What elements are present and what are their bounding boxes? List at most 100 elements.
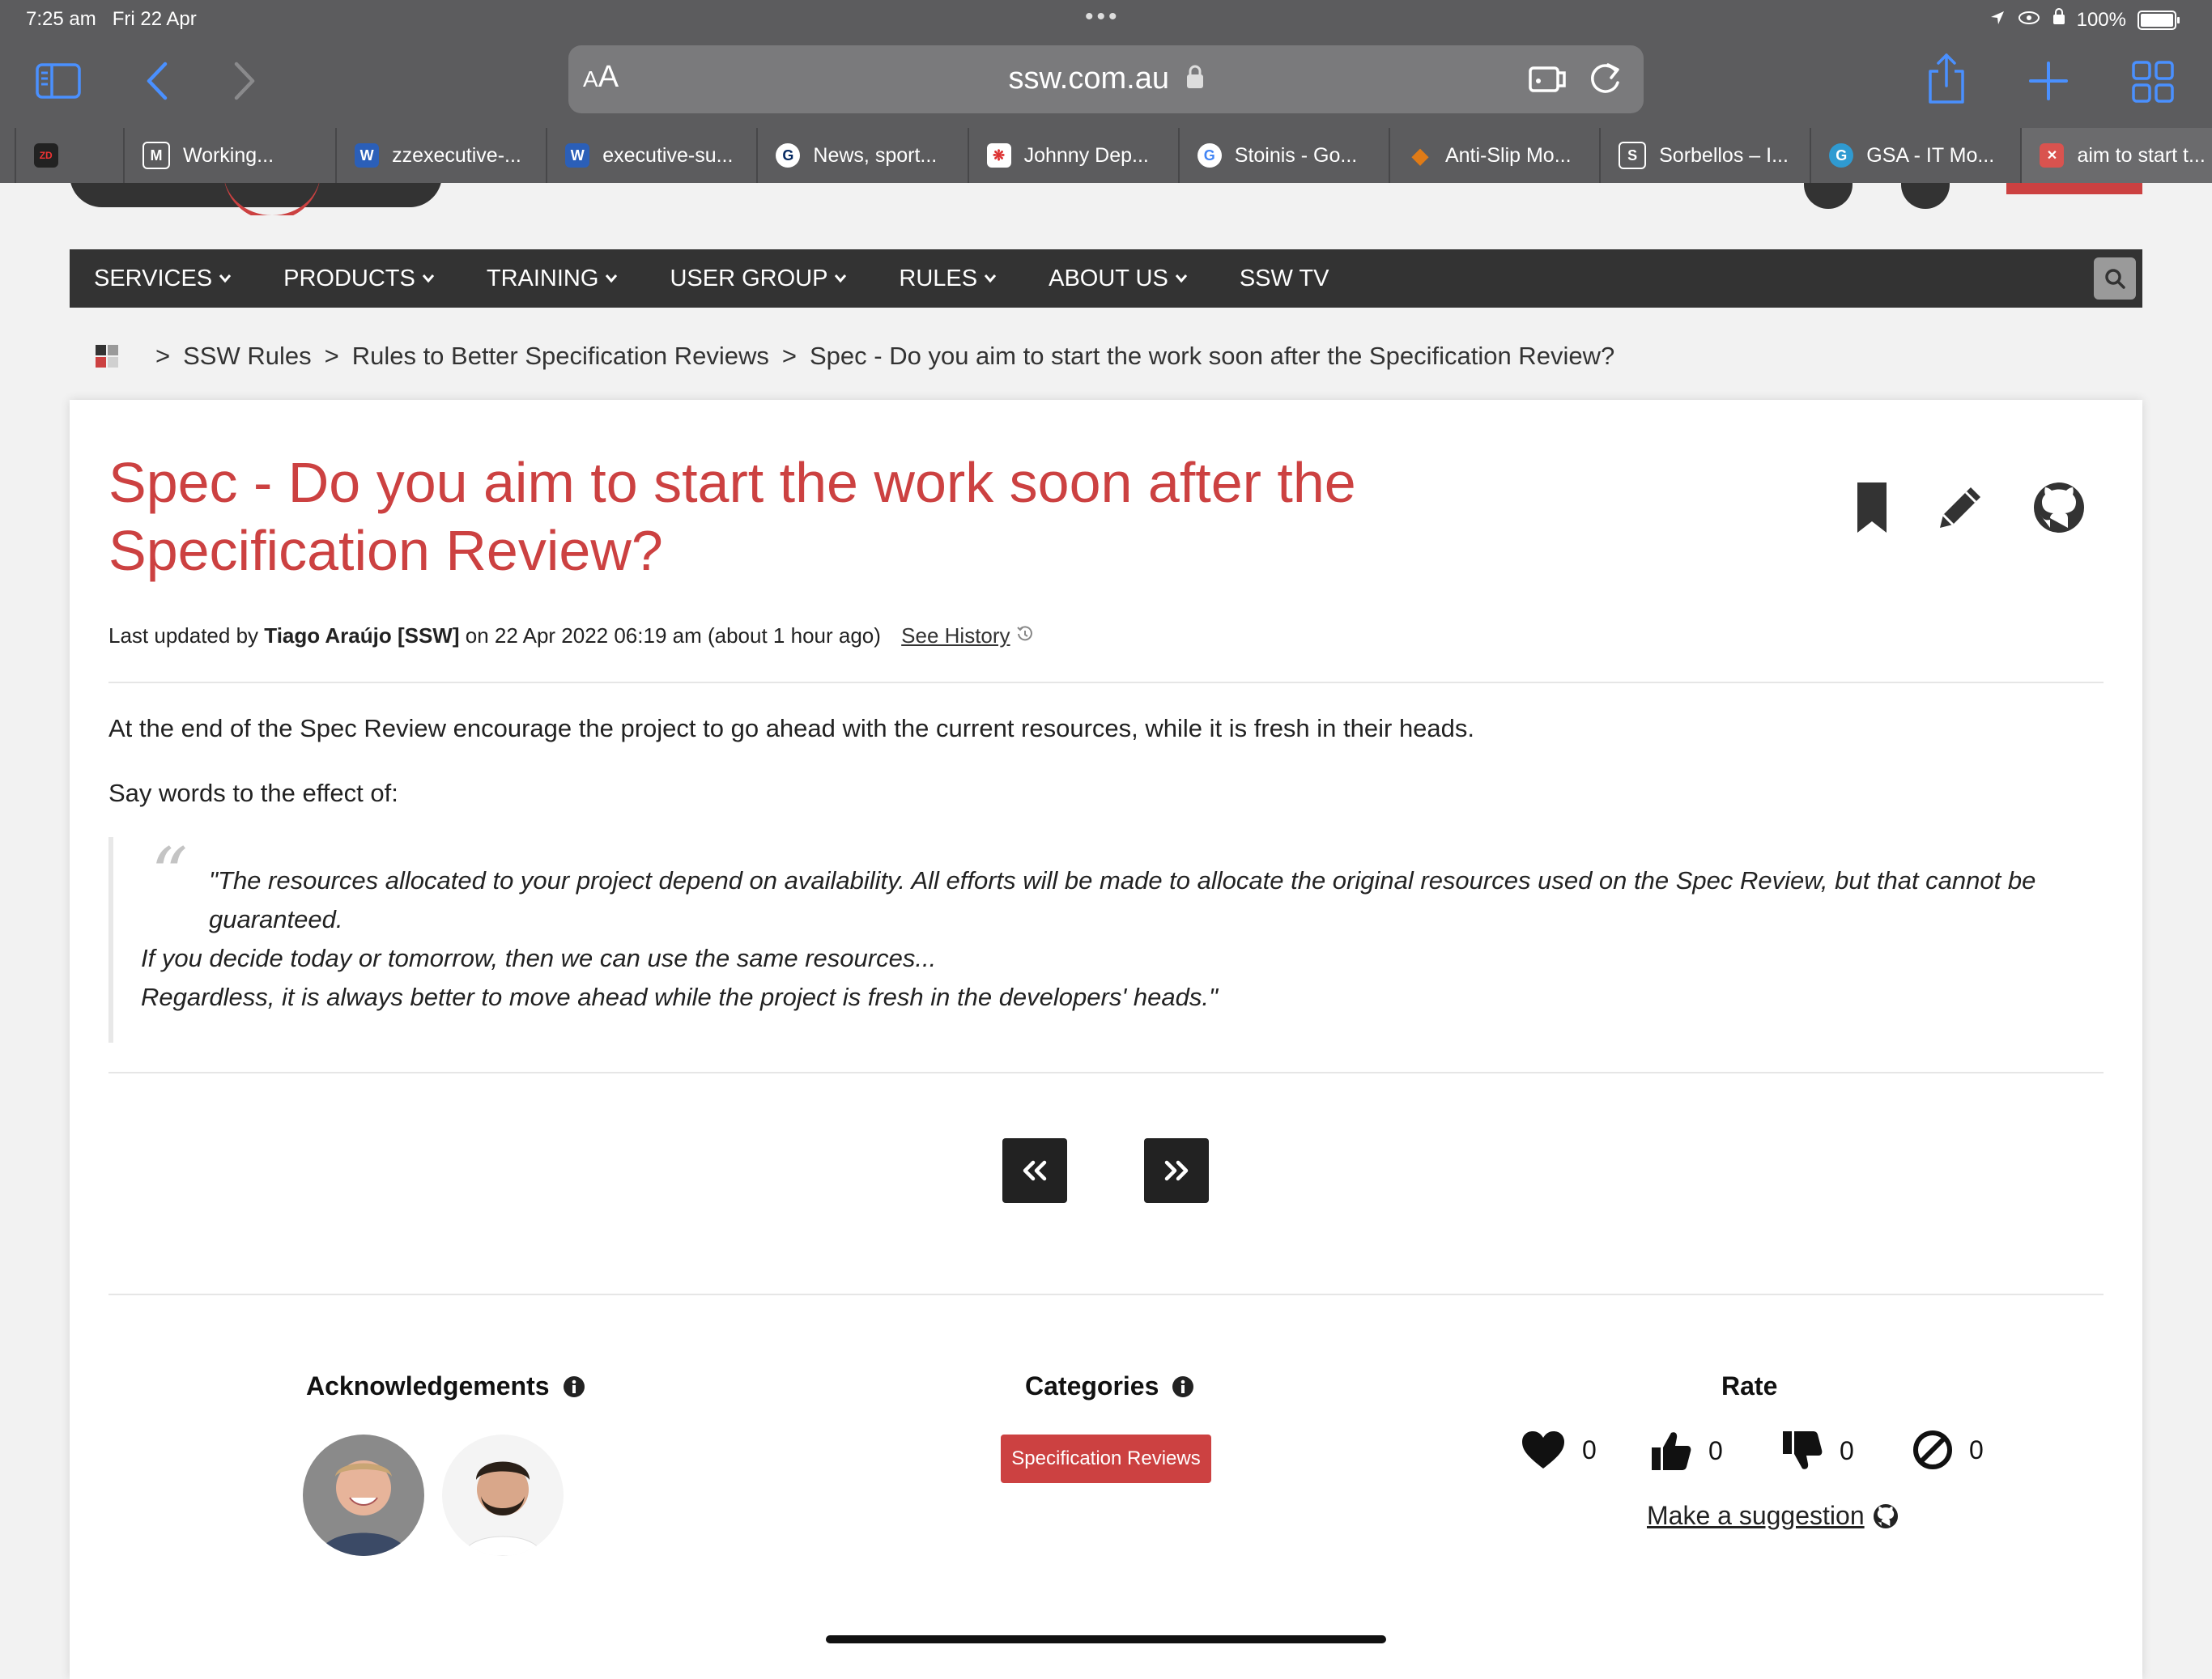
- address-bar[interactable]: AA ssw.com.au: [568, 45, 1644, 113]
- word-icon: W: [355, 143, 380, 168]
- status-bar: 7:25 am Fri 22 Apr ••• 100%: [0, 0, 2212, 39]
- info-icon: [563, 1375, 585, 1397]
- edit-pencil-icon[interactable]: [1933, 481, 1987, 538]
- diamond-favicon-icon: ◆: [1411, 142, 1428, 168]
- bookmark-icon[interactable]: [1856, 481, 1888, 538]
- header-contact-button[interactable]: [2006, 183, 2142, 194]
- nav-services[interactable]: SERVICES: [94, 266, 232, 292]
- home-indicator[interactable]: [826, 1635, 1386, 1643]
- see-history-link[interactable]: See History: [901, 623, 1010, 648]
- tab-overflow-edge: [0, 128, 15, 183]
- double-chevron-right-icon: [1164, 1160, 1189, 1181]
- quote-block: “ "The resources allocated to your proje…: [108, 837, 2104, 1043]
- author-name[interactable]: Tiago Araújo [SSW]: [264, 623, 459, 648]
- lock-icon: [1186, 62, 1204, 97]
- extension-icon[interactable]: [1527, 60, 1569, 99]
- google-icon: G: [1197, 143, 1222, 168]
- reload-icon[interactable]: [1585, 58, 1624, 100]
- body-paragraph: At the end of the Spec Review encourage …: [108, 714, 1475, 742]
- breadcrumb-separator: >: [324, 342, 339, 370]
- tab-news[interactable]: G News, sport...: [756, 128, 968, 183]
- tab-aim-to-start[interactable]: ✕ aim to start t...: [2020, 128, 2212, 183]
- tab-stoinis[interactable]: G Stoinis - Go...: [1177, 128, 1389, 183]
- share-icon[interactable]: [1924, 52, 1969, 105]
- chevron-down-icon: [1175, 274, 1187, 283]
- screen-mirror-icon: [2017, 9, 2041, 32]
- acknowledgements-heading: Acknowledgements: [306, 1371, 585, 1401]
- avatar[interactable]: [442, 1435, 564, 1556]
- header-social-icon[interactable]: [1804, 183, 1853, 209]
- back-icon[interactable]: [136, 58, 177, 104]
- tab-zzexecutive[interactable]: Wzzexecutive-...: [335, 128, 547, 183]
- quote-text: "The resources allocated to your project…: [141, 866, 2036, 1011]
- battery-icon: [2138, 10, 2180, 30]
- nav-rules[interactable]: RULES: [899, 266, 997, 292]
- rate-like[interactable]: 0: [1650, 1430, 1723, 1472]
- nav-ssw-tv[interactable]: SSW TV: [1240, 266, 1329, 292]
- breadcrumb: > SSW Rules > Rules to Better Specificat…: [96, 338, 1614, 374]
- battery-percent: 100%: [2076, 8, 2126, 31]
- tab-zendesk[interactable]: ZD: [14, 128, 123, 183]
- rate-love[interactable]: 0: [1521, 1430, 1597, 1470]
- ban-icon: [1913, 1430, 1952, 1469]
- site-header-partial: [70, 183, 2142, 215]
- tab-overview-icon[interactable]: [2131, 60, 2175, 104]
- make-suggestion-link[interactable]: Make a suggestion: [1647, 1501, 1899, 1531]
- divider: [108, 682, 2104, 683]
- url-display[interactable]: ssw.com.au: [568, 62, 1644, 97]
- home-icon[interactable]: [96, 345, 118, 368]
- multitask-dots-icon[interactable]: •••: [1085, 3, 1121, 31]
- main-navigation: SERVICES PRODUCTS TRAINING USER GROUP RU…: [70, 249, 2142, 308]
- body-paragraph: Say words to the effect of:: [108, 779, 398, 807]
- tab-executive-summary[interactable]: Wexecutive-su...: [546, 128, 757, 183]
- heart-icon: [1522, 1431, 1564, 1469]
- next-rule-button[interactable]: [1144, 1138, 1209, 1203]
- new-tab-icon[interactable]: [2026, 58, 2071, 104]
- info-icon: [1172, 1375, 1194, 1397]
- breadcrumb-category[interactable]: Rules to Better Specification Reviews: [352, 342, 769, 371]
- browser-chrome: 7:25 am Fri 22 Apr ••• 100% AA ssw.com.a…: [0, 0, 2212, 183]
- search-icon[interactable]: [2094, 257, 2136, 300]
- tab-anti-slip[interactable]: ◆ Anti-Slip Mo...: [1388, 128, 1600, 183]
- breadcrumb-current: Spec - Do you aim to start the work soon…: [810, 342, 1615, 370]
- nav-user-group[interactable]: USER GROUP: [670, 266, 847, 292]
- divider: [108, 1294, 2104, 1295]
- tab-working[interactable]: M Working...: [122, 128, 336, 183]
- chevron-down-icon: [984, 274, 997, 283]
- nav-products[interactable]: PRODUCTS: [283, 266, 435, 292]
- category-badge[interactable]: Specification Reviews: [1001, 1435, 1211, 1483]
- avatar[interactable]: [303, 1435, 424, 1556]
- thumbs-up-icon: [1652, 1432, 1691, 1470]
- orientation-lock-icon: [2052, 8, 2065, 32]
- tab-gsa[interactable]: G GSA - IT Mo...: [1810, 128, 2021, 183]
- nav-training[interactable]: TRAINING: [487, 266, 619, 292]
- rate-disagree[interactable]: 0: [1912, 1430, 1984, 1470]
- chevron-down-icon: [835, 274, 847, 283]
- sidebar-toggle-icon[interactable]: [36, 63, 81, 99]
- nav-about-us[interactable]: ABOUT US: [1049, 266, 1188, 292]
- previous-rule-button[interactable]: [1002, 1138, 1067, 1203]
- categories-heading: Categories: [1025, 1371, 1194, 1401]
- tab-johnny-depp[interactable]: ❋ Johnny Dep...: [967, 128, 1178, 183]
- guardian-icon: G: [776, 143, 801, 168]
- divider: [108, 1072, 2104, 1073]
- tab-sorbellos[interactable]: S Sorbellos – I...: [1599, 128, 1810, 183]
- double-chevron-left-icon: [1023, 1160, 1047, 1181]
- tab-bar: ZD M Working... Wzzexecutive-... Wexecuti…: [0, 128, 2212, 183]
- rate-dislike[interactable]: 0: [1781, 1430, 1854, 1472]
- rule-card: Spec - Do you aim to start the work soon…: [70, 400, 2142, 1679]
- word-icon: W: [565, 143, 590, 168]
- github-icon[interactable]: [2032, 481, 2086, 538]
- tab-favicon-icon: M: [142, 142, 170, 169]
- close-tab-icon[interactable]: ✕: [2040, 143, 2065, 168]
- chevron-down-icon: [606, 274, 618, 283]
- page-title: Spec - Do you aim to start the work soon…: [108, 451, 1356, 582]
- github-icon: [1873, 1503, 1898, 1528]
- rate-heading: Rate: [1721, 1371, 1778, 1401]
- breadcrumb-ssw-rules[interactable]: SSW Rules: [183, 342, 311, 371]
- tab-favicon-icon: ZD: [33, 143, 58, 168]
- forward-icon[interactable]: [225, 58, 266, 104]
- header-social-icon[interactable]: [1901, 183, 1950, 209]
- chevron-down-icon: [219, 274, 232, 283]
- ssw-logo-swoosh: [223, 183, 321, 215]
